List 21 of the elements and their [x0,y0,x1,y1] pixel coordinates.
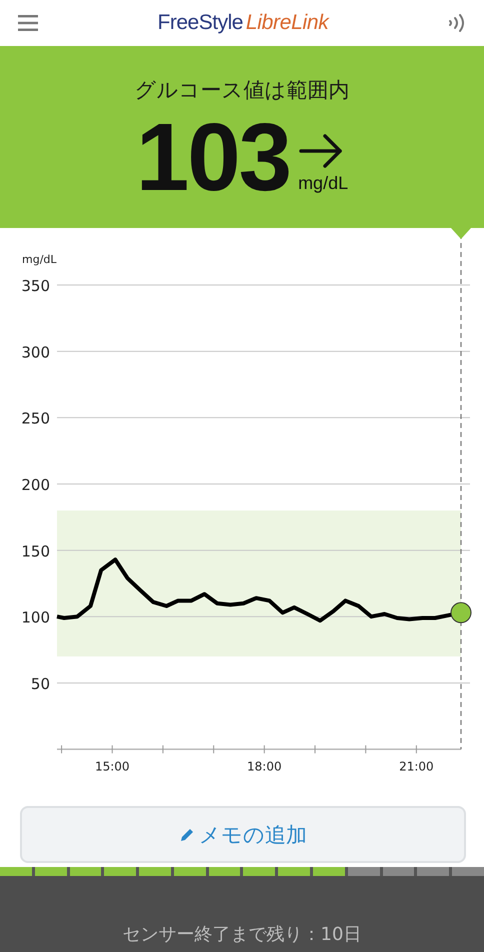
pencil-icon [179,826,195,842]
y-axis-label: 250 [21,410,50,428]
logo-text: LibreLink [246,11,328,35]
menu-icon[interactable] [18,15,38,31]
y-axis-label: 150 [21,542,50,560]
y-axis-label: 200 [21,476,50,494]
y-axis-label: 50 [30,674,50,693]
x-axis-label: 15:00 [94,759,130,774]
add-memo-button[interactable]: メモの追加 [20,806,466,863]
logo-text: FreeStyle [158,11,243,35]
y-axis-label: 350 [21,277,50,295]
x-axis-label: 18:00 [247,759,282,774]
glucose-status: グルコース値は範囲内 [134,77,350,104]
glucose-value: 103 [136,110,290,206]
glucose-unit: mg/dL [298,173,348,194]
y-axis-label: 300 [21,343,50,362]
y-axis-label: 100 [21,608,50,627]
sensor-remaining-text: センサー終了まで残り：10日 [122,923,362,946]
current-reading-dot [450,602,472,624]
x-axis-label: 21:00 [399,759,434,774]
y-axis-unit: mg/dL [22,253,57,266]
